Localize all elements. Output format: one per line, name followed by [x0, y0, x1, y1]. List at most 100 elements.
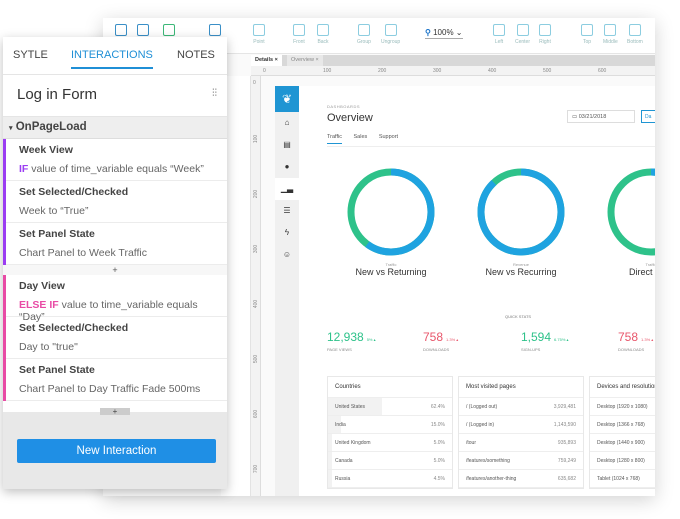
stat-page-views: 12,938 5% ▴ PAGE VIEWS: [327, 330, 376, 352]
donut-3-primary: [607, 168, 655, 256]
date-input[interactable]: ▭ 03/21/2018: [567, 110, 635, 123]
quick-stats-heading: QUICK STATS: [505, 314, 532, 319]
tab-traffic[interactable]: Traffic: [327, 134, 342, 144]
table-row[interactable]: Canada 5.0%: [328, 452, 452, 470]
tool-back[interactable]: Back: [317, 24, 329, 45]
zoom-select[interactable]: ⚲ 100% ⌄: [425, 28, 463, 39]
action-item[interactable]: Set Selected/Checked Week to “True”: [6, 181, 227, 223]
table-row[interactable]: India 15.0%: [328, 416, 452, 434]
align-right-icon: [539, 24, 551, 36]
interactions-panel: SYTLE INTERACTIONS NOTES Log in Form ⫶⫶ …: [3, 37, 227, 489]
content-tabs: Traffic Sales Support: [327, 134, 408, 144]
action-item[interactable]: Set Panel State Chart Panel to Day Traffi…: [6, 359, 227, 401]
page-title: Overview: [327, 112, 373, 124]
donut-2-label: Revenue New vs Recurring: [485, 262, 557, 277]
countries-card: Countries United States 62.4% India 15.0% …: [327, 376, 453, 489]
add-case-button[interactable]: +: [3, 265, 227, 275]
case-day-view[interactable]: Day View ELSE IF value to time_variable e…: [3, 275, 227, 401]
tool-align-top[interactable]: Top: [581, 24, 593, 45]
table-row[interactable]: Desktop (1440 x 900): [590, 434, 655, 452]
donut-3-secondary: [607, 168, 655, 256]
horizontal-ruler: 0 100 200 300 400 500 600: [251, 66, 655, 76]
tool-align-left[interactable]: Left: [493, 24, 505, 45]
point-icon: [253, 24, 265, 36]
align-top-icon: [581, 24, 593, 36]
dashboard-sidebar: ❦ ⌂ ▤ ● ▁▃ ☰ ϟ ☺: [275, 86, 299, 496]
leaf-logo-icon[interactable]: ❦: [275, 86, 299, 112]
case-header[interactable]: Week View IF value of time_variable equal…: [6, 139, 227, 181]
tool-align-center[interactable]: Center: [515, 24, 530, 45]
table-row[interactable]: Desktop (1366 x 768): [590, 416, 655, 434]
tool-align-middle[interactable]: Middle: [603, 24, 618, 45]
home-icon[interactable]: ⌂: [275, 112, 299, 134]
donut-chart-3: [607, 168, 655, 256]
table-row[interactable]: Tablet (1024 x 768): [590, 470, 655, 488]
table-row[interactable]: Russia 4.5%: [328, 470, 452, 488]
flow-icon: [163, 24, 175, 36]
table-row[interactable]: / (Logged in) 1,143,590: [459, 416, 583, 434]
design-canvas[interactable]: ❦ ⌂ ▤ ● ▁▃ ☰ ϟ ☺ DASHBOARDS Overview Tra…: [275, 86, 655, 496]
settings-sliders-icon[interactable]: ⫶⫶: [212, 88, 217, 99]
case-week-view[interactable]: Week View IF value of time_variable equal…: [3, 139, 227, 265]
group-icon: [357, 24, 370, 36]
stat-downloads-2: 758 1.3% ▴ DOWNLOADS: [618, 330, 654, 352]
donut-1-label: Traffic New vs Returning: [355, 262, 427, 277]
align-middle-icon: [604, 24, 617, 36]
tool-align-bottom[interactable]: Bottom: [627, 24, 643, 45]
tool-point[interactable]: Point: [253, 24, 265, 45]
tool-ungroup[interactable]: Ungroup: [381, 24, 400, 45]
close-icon[interactable]: ×: [315, 57, 318, 63]
calendar-icon: ▭: [572, 114, 578, 120]
table-row[interactable]: / (Logged out) 3,929,481: [459, 398, 583, 416]
bolt-icon[interactable]: ϟ: [275, 222, 299, 244]
most-visited-card: Most visited pages / (Logged out) 3,929,4…: [458, 376, 584, 489]
back-icon: [317, 24, 329, 36]
share-bar: [328, 452, 333, 469]
event-onpageload[interactable]: ▾ OnPageLoad: [3, 117, 227, 139]
tool-front[interactable]: Front: [293, 24, 305, 45]
widget-name: Log in Form: [17, 86, 98, 103]
avatar[interactable]: ☺: [275, 244, 299, 266]
stat-downloads: 758 1.3% ▴ DOWNLOADS: [423, 330, 459, 352]
table-row[interactable]: United Kingdom 5.0%: [328, 434, 452, 452]
date-button[interactable]: Da: [641, 110, 655, 123]
case-header[interactable]: Day View ELSE IF value to time_variable e…: [6, 275, 227, 323]
table-row[interactable]: /tour 935,893: [459, 434, 583, 452]
tab-notes[interactable]: NOTES: [177, 49, 215, 61]
align-bottom-icon: [628, 24, 641, 36]
table-row[interactable]: Desktop (1920 x 1080): [590, 398, 655, 416]
align-center-icon: [516, 24, 529, 36]
list-icon[interactable]: ☰: [275, 200, 299, 222]
globe-icon[interactable]: ●: [275, 156, 299, 178]
action-item[interactable]: Set Panel State Chart Panel to Week Traff…: [6, 223, 227, 265]
caret-down-icon: ▾: [9, 125, 13, 132]
tool-group[interactable]: Group: [357, 24, 371, 45]
tab-details[interactable]: Details ×: [251, 55, 282, 66]
tool-align-right[interactable]: Right: [539, 24, 551, 45]
action-item[interactable]: Set Selected/Checked Day to "true": [6, 317, 227, 359]
tab-support[interactable]: Support: [379, 134, 398, 143]
document-icon[interactable]: ▤: [275, 134, 299, 156]
table-row[interactable]: United States 62.4%: [328, 398, 452, 416]
donut-chart-1: [347, 168, 435, 256]
tab-interactions[interactable]: INTERACTIONS: [71, 49, 153, 69]
front-icon: [293, 24, 305, 36]
ungroup-icon: [384, 24, 397, 36]
table-row[interactable]: /features/another-thing 635,682: [459, 470, 583, 488]
stat-sign-ups: 1,594 6.75% ▴ SIGN-UPS: [521, 330, 569, 352]
tab-overview[interactable]: Overview ×: [287, 55, 323, 66]
divider: [327, 146, 655, 147]
table-row[interactable]: /features/something 759,249: [459, 452, 583, 470]
tab-style[interactable]: SYTLE: [13, 49, 48, 61]
devices-card: Devices and resolution Desktop (1920 x 1…: [589, 376, 655, 489]
new-interaction-button[interactable]: New Interaction: [17, 439, 216, 463]
table-row[interactable]: Desktop (1280 x 800): [590, 452, 655, 470]
add-case-button-2[interactable]: +: [100, 408, 130, 416]
tab-sales[interactable]: Sales: [354, 134, 368, 143]
chart-icon[interactable]: ▁▃: [275, 178, 299, 200]
donut-3-label: TrafficDirect vs R: [628, 262, 655, 277]
close-icon[interactable]: ×: [275, 57, 278, 63]
vertical-ruler: 0 100 200 300 400 500 600 700: [251, 76, 261, 496]
widgets-icon: [115, 24, 127, 36]
panel-header: Log in Form ⫶⫶: [3, 75, 227, 117]
